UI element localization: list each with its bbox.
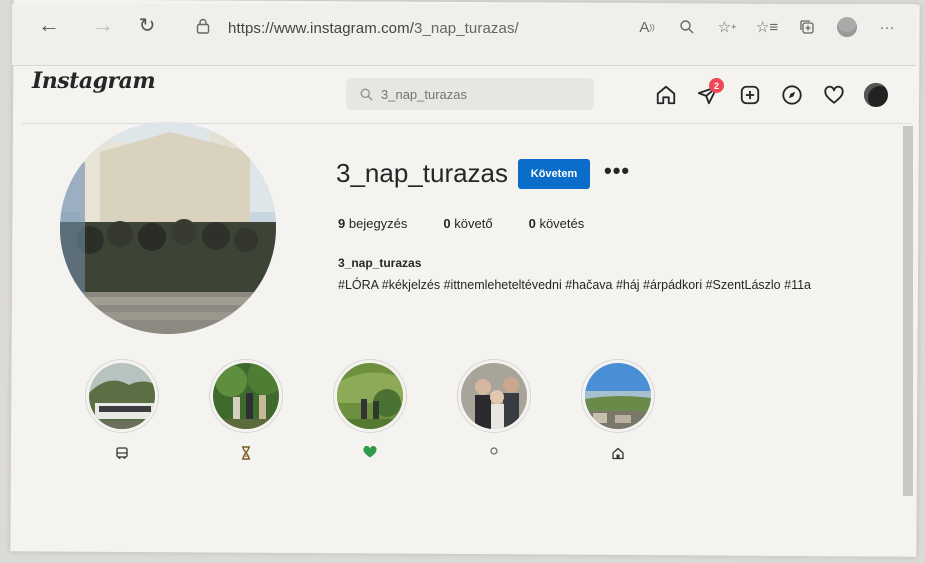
- highlight-thumbnail[interactable]: [86, 360, 158, 432]
- browser-toolbar: ← → ↻ https://www.instagram.com/3_nap_tu…: [12, 4, 916, 66]
- url-host: https://www.instagram.com/: [228, 20, 414, 37]
- activity-heart-icon[interactable]: [820, 82, 848, 108]
- profile-icon[interactable]: [830, 14, 864, 40]
- bio-name: 3_nap_turazas: [338, 256, 422, 270]
- story-highlights: [84, 360, 684, 480]
- highlight-item[interactable]: [208, 360, 284, 462]
- highlight-item[interactable]: [84, 360, 160, 462]
- browser-toolbar-icons: A)) ☆ + ☆≡ ···: [630, 14, 904, 40]
- instagram-nav: 2: [652, 78, 890, 108]
- home-icon[interactable]: [652, 82, 680, 108]
- followers-count: 0: [443, 216, 451, 231]
- page-scrollbar[interactable]: [903, 126, 913, 496]
- highlight-thumbnail[interactable]: [210, 360, 282, 432]
- search-input[interactable]: [381, 86, 561, 102]
- read-aloud-icon[interactable]: A)): [630, 14, 664, 40]
- house-icon: [580, 446, 656, 462]
- zoom-icon[interactable]: [670, 14, 704, 40]
- instagram-logo[interactable]: Instagram: [32, 68, 156, 94]
- small-circle-icon: [456, 446, 532, 462]
- highlight-thumbnail[interactable]: [458, 360, 530, 432]
- following-label: követés: [539, 216, 585, 231]
- profile-picture[interactable]: [60, 122, 276, 334]
- bio-hashtags[interactable]: #LÓRA #kékjelzés #ittnemleheteltévedni #…: [338, 275, 878, 295]
- back-button[interactable]: ←: [36, 12, 62, 38]
- follow-button[interactable]: Követem: [518, 159, 590, 189]
- highlight-thumbnail[interactable]: [334, 360, 406, 432]
- favorite-add-icon[interactable]: ☆ +: [710, 14, 744, 40]
- search-box[interactable]: [346, 78, 594, 110]
- highlight-item[interactable]: [456, 360, 532, 462]
- new-post-icon[interactable]: [736, 82, 764, 108]
- refresh-button[interactable]: ↻: [134, 12, 160, 38]
- bus-icon: [84, 446, 160, 462]
- followers-stat[interactable]: 0 követő: [443, 216, 492, 231]
- lock-icon[interactable]: [196, 18, 210, 34]
- following-count: 0: [528, 216, 536, 231]
- avatar-icon[interactable]: [862, 82, 890, 108]
- posts-label: bejegyzés: [348, 216, 408, 231]
- favorites-icon[interactable]: ☆≡: [750, 14, 784, 40]
- instagram-header: Instagram 2: [22, 66, 912, 124]
- highlight-item[interactable]: [580, 360, 656, 462]
- profile-stats: 9 bejegyzés 0 követő 0 követés: [338, 216, 620, 231]
- refresh-icon: ↻: [138, 14, 156, 37]
- green-heart-icon: [332, 446, 408, 462]
- more-icon[interactable]: ···: [870, 14, 904, 40]
- arrow-left-icon: ←: [38, 12, 60, 37]
- messenger-icon[interactable]: 2: [694, 78, 724, 108]
- profile-username: 3_nap_turazas: [336, 158, 509, 188]
- posts-stat[interactable]: 9 bejegyzés: [338, 216, 407, 231]
- explore-icon[interactable]: [778, 82, 806, 108]
- url-path: 3_nap_turazas/: [414, 20, 519, 37]
- highlight-thumbnail[interactable]: [582, 360, 654, 432]
- search-icon: [360, 88, 373, 101]
- followers-label: követő: [454, 216, 493, 231]
- highlight-item[interactable]: [332, 360, 408, 462]
- hourglass-icon: [208, 446, 284, 462]
- following-stat[interactable]: 0 követés: [529, 216, 585, 231]
- messages-badge: 2: [709, 78, 724, 93]
- posts-count: 9: [338, 216, 346, 231]
- address-bar[interactable]: https://www.instagram.com/3_nap_turazas/: [228, 20, 519, 37]
- arrow-right-icon: →: [92, 12, 114, 37]
- more-options-button[interactable]: •••: [604, 158, 630, 184]
- collections-icon[interactable]: [790, 14, 824, 40]
- forward-button[interactable]: →: [90, 12, 116, 38]
